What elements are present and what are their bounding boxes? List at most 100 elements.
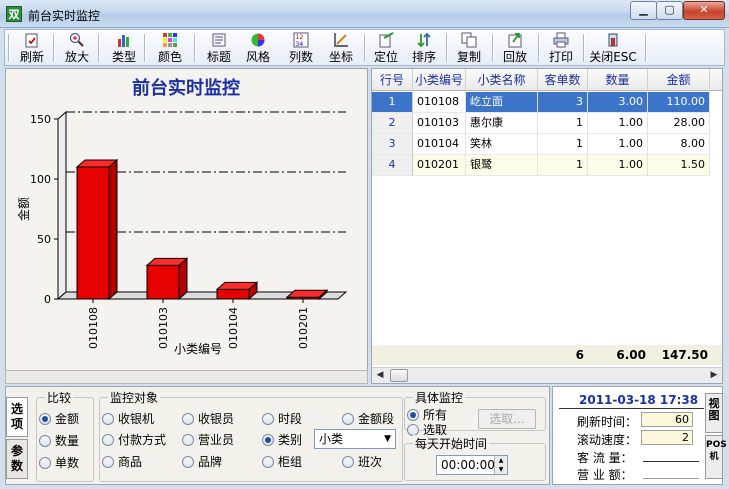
- chart-title: 前台实时监控: [132, 77, 240, 99]
- chevron-down-icon: ▼: [384, 434, 391, 444]
- time-spinner[interactable]: ▲ ▼: [494, 456, 507, 474]
- scroll-thumb[interactable]: [390, 369, 408, 382]
- copy-icon: [461, 32, 477, 48]
- y-axis-label: 金额: [16, 197, 31, 221]
- daily-start-time-input[interactable]: 00:00:00 ▲ ▼: [436, 455, 508, 475]
- close-esc-button[interactable]: 关闭ESC: [588, 31, 638, 65]
- grid-totals-row: 6 6.00 147.50: [372, 345, 722, 365]
- radio-amount-range[interactable]: 金额段: [342, 411, 394, 427]
- svg-text:12: 12: [296, 34, 304, 41]
- bar-chart: 前台实时监控 0 50 100 150 010108 010103 010104 010201 小…: [16, 77, 348, 356]
- radio-payment-method[interactable]: 付款方式: [102, 432, 166, 448]
- axis-icon: [334, 33, 348, 47]
- scroll-right-icon[interactable]: ▶: [707, 369, 721, 382]
- tab-options[interactable]: 选项: [6, 397, 28, 437]
- grid-horizontal-scrollbar[interactable]: ◀ ▶: [372, 367, 722, 383]
- header-orders[interactable]: 客单数: [538, 69, 588, 91]
- playback-button[interactable]: 回放: [498, 31, 532, 65]
- chart-scrollbar[interactable]: [5, 370, 368, 384]
- tab-params[interactable]: 参数: [6, 439, 28, 479]
- chart-panel: 前台实时监控 0 50 100 150 010108 010103 010104 010201 小…: [5, 68, 368, 384]
- radio-brand[interactable]: 品牌: [182, 454, 222, 470]
- sort-icon: [417, 32, 431, 48]
- category-select[interactable]: 小类 ▼: [314, 429, 396, 449]
- x-axis-label: 小类编号: [174, 341, 222, 356]
- maximize-button[interactable]: ▢: [656, 1, 683, 20]
- refresh-interval-field[interactable]: 60: [641, 412, 693, 427]
- columns-icon: 1234: [293, 32, 309, 48]
- bar-side: [178, 257, 188, 301]
- zoom-in-icon: [70, 33, 84, 47]
- header-row-no[interactable]: 行号: [372, 69, 413, 91]
- total-amount: 147.50: [661, 348, 708, 362]
- sort-button[interactable]: 排序: [407, 31, 441, 65]
- data-grid: 行号 小类编号 小类名称 客单数 数量 金额 1 010108 屹立面 3 3.…: [371, 68, 723, 384]
- style-button[interactable]: 风格: [241, 31, 275, 65]
- header-amount[interactable]: 金额: [648, 69, 710, 91]
- chart-type-button[interactable]: 类型: [107, 31, 141, 65]
- scroll-left-icon[interactable]: ◀: [373, 369, 387, 382]
- radio-time-period[interactable]: 时段: [262, 411, 302, 427]
- close-window-button[interactable]: ✕: [683, 1, 725, 20]
- y-tick-label: 150: [30, 113, 51, 126]
- bar-side: [108, 158, 118, 301]
- table-row[interactable]: 4 010201 银鹭 1 1.00 1.50: [372, 155, 722, 176]
- total-qty: 6.00: [616, 348, 646, 362]
- radio-compare-amount[interactable]: 金额: [39, 411, 79, 427]
- radio-salesperson[interactable]: 营业员: [182, 432, 234, 448]
- y-tick-label: 0: [44, 293, 51, 306]
- close-icon: [608, 33, 618, 47]
- title-bar: 双 前台实时监控 ▁ ▢ ✕: [0, 0, 729, 28]
- radio-compare-qty[interactable]: 数量: [39, 433, 79, 449]
- radio-cash-register[interactable]: 收银机: [102, 411, 154, 427]
- table-row[interactable]: 1 010108 屹立面 3 3.00 110.00: [372, 92, 722, 113]
- refresh-button[interactable]: 刷新: [15, 31, 49, 65]
- style-icon: [251, 33, 265, 47]
- bar: [216, 288, 250, 300]
- title-button[interactable]: 标题: [202, 31, 236, 65]
- current-datetime: 2011-03-18 17:38: [579, 393, 699, 407]
- x-tick-label: 010104: [227, 307, 240, 349]
- grid-header: 行号 小类编号 小类名称 客单数 数量 金额: [372, 69, 722, 91]
- window-title: 前台实时监控: [28, 9, 101, 23]
- header-qty[interactable]: 数量: [588, 69, 648, 91]
- color-button[interactable]: 颜色: [153, 31, 187, 65]
- x-tick-label: 010103: [157, 307, 170, 349]
- locate-icon: [379, 32, 394, 48]
- minimize-button[interactable]: ▁: [630, 1, 657, 20]
- radio-cashier[interactable]: 收银员: [182, 411, 234, 427]
- color-palette-icon: [163, 33, 177, 47]
- locate-button[interactable]: 定位: [369, 31, 403, 65]
- print-button[interactable]: 打印: [544, 31, 578, 65]
- header-name[interactable]: 小类名称: [466, 69, 538, 91]
- bar: [146, 264, 180, 300]
- options-panel: 选项 参数 比较 金额 数量 单数 监控对象 收银机 收银员 时段 金额段 付款…: [5, 386, 550, 485]
- pick-button[interactable]: 选取...: [478, 409, 536, 429]
- bar: [76, 166, 110, 300]
- refresh-icon: [25, 33, 38, 48]
- copy-button[interactable]: 复制: [452, 31, 486, 65]
- radio-shift[interactable]: 班次: [342, 454, 382, 470]
- header-code[interactable]: 小类编号: [413, 69, 466, 91]
- tab-view[interactable]: 视图: [705, 393, 723, 433]
- radio-compare-count[interactable]: 单数: [39, 455, 79, 471]
- radio-category[interactable]: 类别: [262, 432, 302, 448]
- table-row[interactable]: 2 010103 惠尔康 1 1.00 28.00: [372, 113, 722, 134]
- columns-button[interactable]: 12 34 列数: [284, 31, 318, 65]
- radio-all[interactable]: 所有: [407, 407, 447, 423]
- y-tick-label: 100: [30, 173, 51, 186]
- app-icon: 双: [6, 6, 22, 22]
- playback-icon: [508, 33, 522, 48]
- zoom-in-button[interactable]: 放大: [60, 31, 94, 65]
- scroll-speed-field[interactable]: 2: [641, 430, 693, 445]
- axis-button[interactable]: 坐标: [324, 31, 358, 65]
- table-row[interactable]: 3 010104 笑林 1 1.00 8.00: [372, 134, 722, 155]
- status-panel: 2011-03-18 17:38 刷新时间： 60 滚动速度： 2 客 流 量：…: [552, 386, 727, 485]
- total-orders: 6: [575, 348, 584, 362]
- tab-pos[interactable]: POS机: [705, 435, 727, 479]
- radio-counter-group[interactable]: 柜组: [262, 454, 302, 470]
- chart-type-icon: [118, 35, 129, 47]
- svg-text:34: 34: [296, 41, 304, 48]
- x-tick-label: 010108: [87, 307, 100, 349]
- radio-product[interactable]: 商品: [102, 454, 142, 470]
